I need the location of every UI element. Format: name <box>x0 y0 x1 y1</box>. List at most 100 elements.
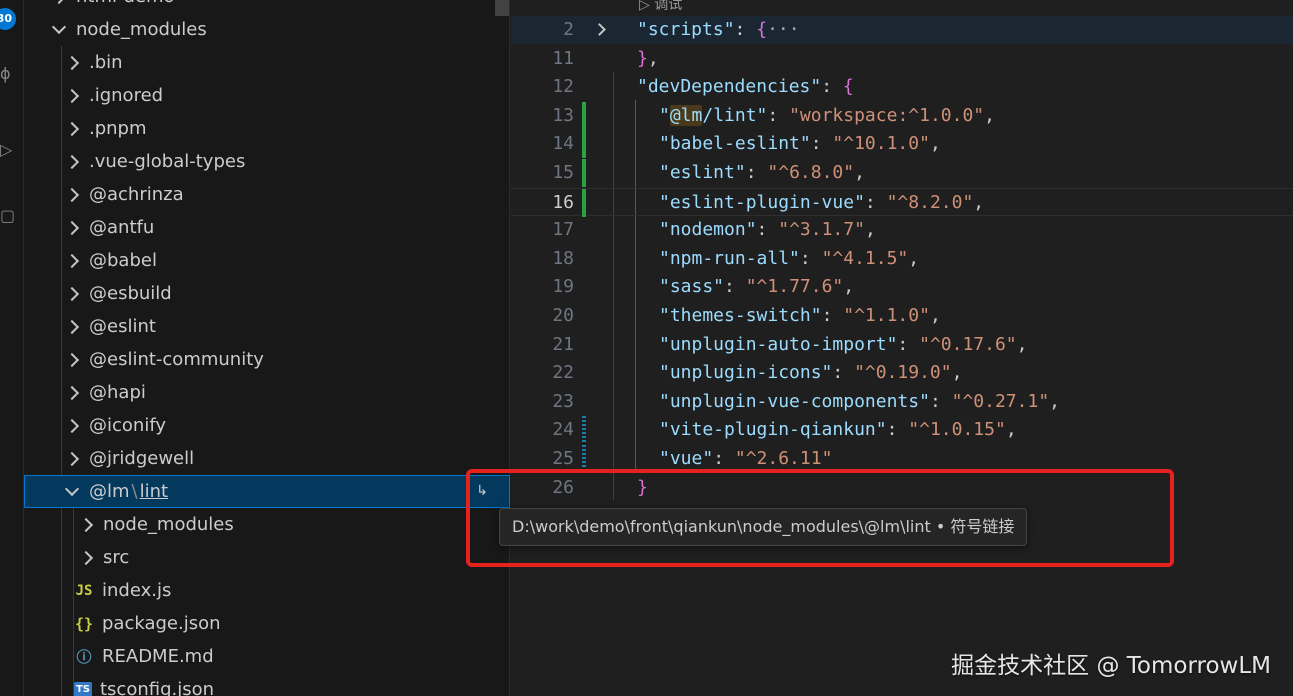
code-line[interactable]: 13 "@lm/lint": "workspace:^1.0.0", <box>511 102 1293 130</box>
tree-item[interactable]: @jridgewell <box>24 442 510 475</box>
tree-item[interactable]: @achrinza <box>24 178 510 211</box>
json-key: "eslint-plugin-vue" <box>659 192 865 213</box>
json-string-value: "^3.1.7" <box>778 219 865 240</box>
code-line[interactable]: 15 "eslint": "^6.8.0", <box>511 159 1293 187</box>
json-string-value: "^1.77.6" <box>745 276 844 297</box>
chevron-right-icon <box>64 253 80 268</box>
json-key: "devDependencies" <box>637 76 822 97</box>
diff-added-marker[interactable] <box>582 159 586 187</box>
tree-item-child[interactable]: src <box>24 541 510 574</box>
code-content: }, <box>637 45 659 73</box>
chevron-down-icon <box>51 19 67 35</box>
diff-modified-marker[interactable] <box>582 445 586 473</box>
tree-item-child[interactable]: ⓘ README.md <box>24 640 510 673</box>
code-line[interactable]: 19 "sass": "^1.77.6", <box>511 273 1293 301</box>
json-string-value: "^0.19.0" <box>854 362 952 383</box>
code-line[interactable]: 14 "babel-eslint": "^10.1.0", <box>511 130 1293 158</box>
ts-file-icon: TS <box>74 681 92 696</box>
chevron-right-icon <box>64 55 80 70</box>
tree-item-child[interactable]: TS tsconfig.json <box>24 673 510 696</box>
code-editor[interactable]: ▷ 调试 2 "scripts": {··· 11}, 12 "devDependenc… <box>511 0 1293 696</box>
json-string-value: "^4.1.5" <box>821 248 909 269</box>
tree-item[interactable]: @eslint <box>24 310 510 343</box>
tree-item[interactable]: .bin <box>24 46 510 79</box>
code-line[interactable]: 24 "vite-plugin-qiankun": "^1.0.15", <box>511 416 1293 444</box>
tree-item-child[interactable]: node_modules <box>24 508 510 541</box>
debug-code-lens[interactable]: ▷ 调试 <box>639 0 682 14</box>
tree-item[interactable]: @antfu <box>24 211 510 244</box>
code-line[interactable]: 17 "nodemon": "^3.1.7", <box>511 216 1293 244</box>
punctuation: , <box>929 133 941 154</box>
diff-modified-marker[interactable] <box>582 416 586 444</box>
code-line[interactable]: 22 "unplugin-icons": "^0.19.0", <box>511 359 1293 387</box>
punctuation: , <box>1049 391 1061 412</box>
tree-item[interactable]: .vue-global-types <box>24 145 510 178</box>
tree-item[interactable]: @babel <box>24 244 510 277</box>
code-line[interactable]: 23 "unplugin-vue-components": "^0.27.1", <box>511 388 1293 416</box>
code-content: "eslint": "^6.8.0", <box>659 159 865 187</box>
line-number: 22 <box>552 362 574 383</box>
punctuation: : <box>767 105 790 126</box>
code-line[interactable]: 20 "themes-switch": "^1.1.0", <box>511 302 1293 330</box>
tree-item-scope: @lm <box>89 481 130 502</box>
tree-item[interactable]: node_modules <box>24 13 510 46</box>
line-number: 15 <box>552 162 574 183</box>
activity-bar: 30 ϕ ▷ ▢ <box>0 0 24 696</box>
punctuation: , <box>1005 419 1017 440</box>
tree-item-link-name[interactable]: lint <box>140 481 168 502</box>
tree-item[interactable]: @esbuild <box>24 277 510 310</box>
chevron-right-icon <box>64 418 80 433</box>
code-line[interactable]: 11}, <box>511 45 1293 73</box>
tree-item-selected-symlink[interactable]: @lm \ lint ↳ <box>24 475 510 508</box>
punctuation: : <box>810 133 833 154</box>
tree-item-label: @achrinza <box>89 184 184 205</box>
tree-item[interactable]: @iconify <box>24 409 510 442</box>
punctuation: , <box>908 248 920 269</box>
diff-added-marker[interactable] <box>582 130 586 158</box>
tree-item-child[interactable]: {} package.json <box>24 607 510 640</box>
line-number: 23 <box>552 391 574 412</box>
json-file-icon: {} <box>74 614 94 633</box>
json-string-value: "^6.8.0" <box>767 162 855 183</box>
tree-item-label: README.md <box>102 646 214 667</box>
line-number: 19 <box>552 276 574 297</box>
tree-item-label: @babel <box>89 250 157 271</box>
tree-item-partial[interactable]: html-demo <box>24 0 510 13</box>
scrollbar-thumb[interactable] <box>495 0 509 16</box>
code-line[interactable]: 26} <box>511 474 1293 502</box>
source-control-icon[interactable]: ϕ <box>0 64 14 84</box>
fold-chevron-icon[interactable] <box>593 23 606 36</box>
tree-item-label: @esbuild <box>89 283 172 304</box>
punctuation: , <box>647 48 659 69</box>
explorer-panel: html-demo node_modules .bin .ignored .pnpm.… <box>24 0 510 696</box>
punctuation: , <box>973 192 985 213</box>
code-line[interactable]: 12 "devDependencies": { <box>511 73 1293 101</box>
code-content: "themes-switch": "^1.1.0", <box>659 302 941 330</box>
json-string-value: "^1.0.15" <box>908 419 1006 440</box>
line-number: 11 <box>552 48 574 69</box>
symlink-tooltip: D:\work\demo\front\qiankun\node_modules\… <box>499 508 1028 546</box>
code-line[interactable]: 25 "vue": "^2.6.11" <box>511 445 1293 473</box>
code-content: "vite-plugin-qiankun": "^1.0.15", <box>659 416 1017 444</box>
run-debug-icon[interactable]: ▷ <box>0 140 14 160</box>
tree-item[interactable]: @hapi <box>24 376 510 409</box>
chevron-right-icon <box>64 154 80 169</box>
json-key-highlight: @lm <box>669 105 703 126</box>
tree-item-child[interactable]: JS index.js <box>24 574 510 607</box>
vscode-window: 30 ϕ ▷ ▢ html-demo node_modules .bin .igno… <box>0 0 1293 696</box>
code-line[interactable]: 16 "eslint-plugin-vue": "^8.2.0", <box>511 188 1293 217</box>
punctuation: : <box>745 162 768 183</box>
tree-item[interactable]: @eslint-community <box>24 343 510 376</box>
extensions-icon[interactable]: ▢ <box>0 206 15 226</box>
code-line[interactable]: 18 "npm-run-all": "^4.1.5", <box>511 245 1293 273</box>
diff-added-marker[interactable] <box>582 189 586 217</box>
diff-added-marker[interactable] <box>582 102 586 130</box>
code-line[interactable]: 2 "scripts": {··· <box>511 16 1293 44</box>
tree-item[interactable]: .ignored <box>24 79 510 112</box>
tree-item-label: index.js <box>102 580 172 601</box>
punctuation: : <box>821 305 844 326</box>
tree-item[interactable]: .pnpm <box>24 112 510 145</box>
json-string-value: "^0.17.6" <box>919 334 1017 355</box>
json-key: "npm-run-all" <box>659 248 800 269</box>
code-line[interactable]: 21 "unplugin-auto-import": "^0.17.6", <box>511 331 1293 359</box>
